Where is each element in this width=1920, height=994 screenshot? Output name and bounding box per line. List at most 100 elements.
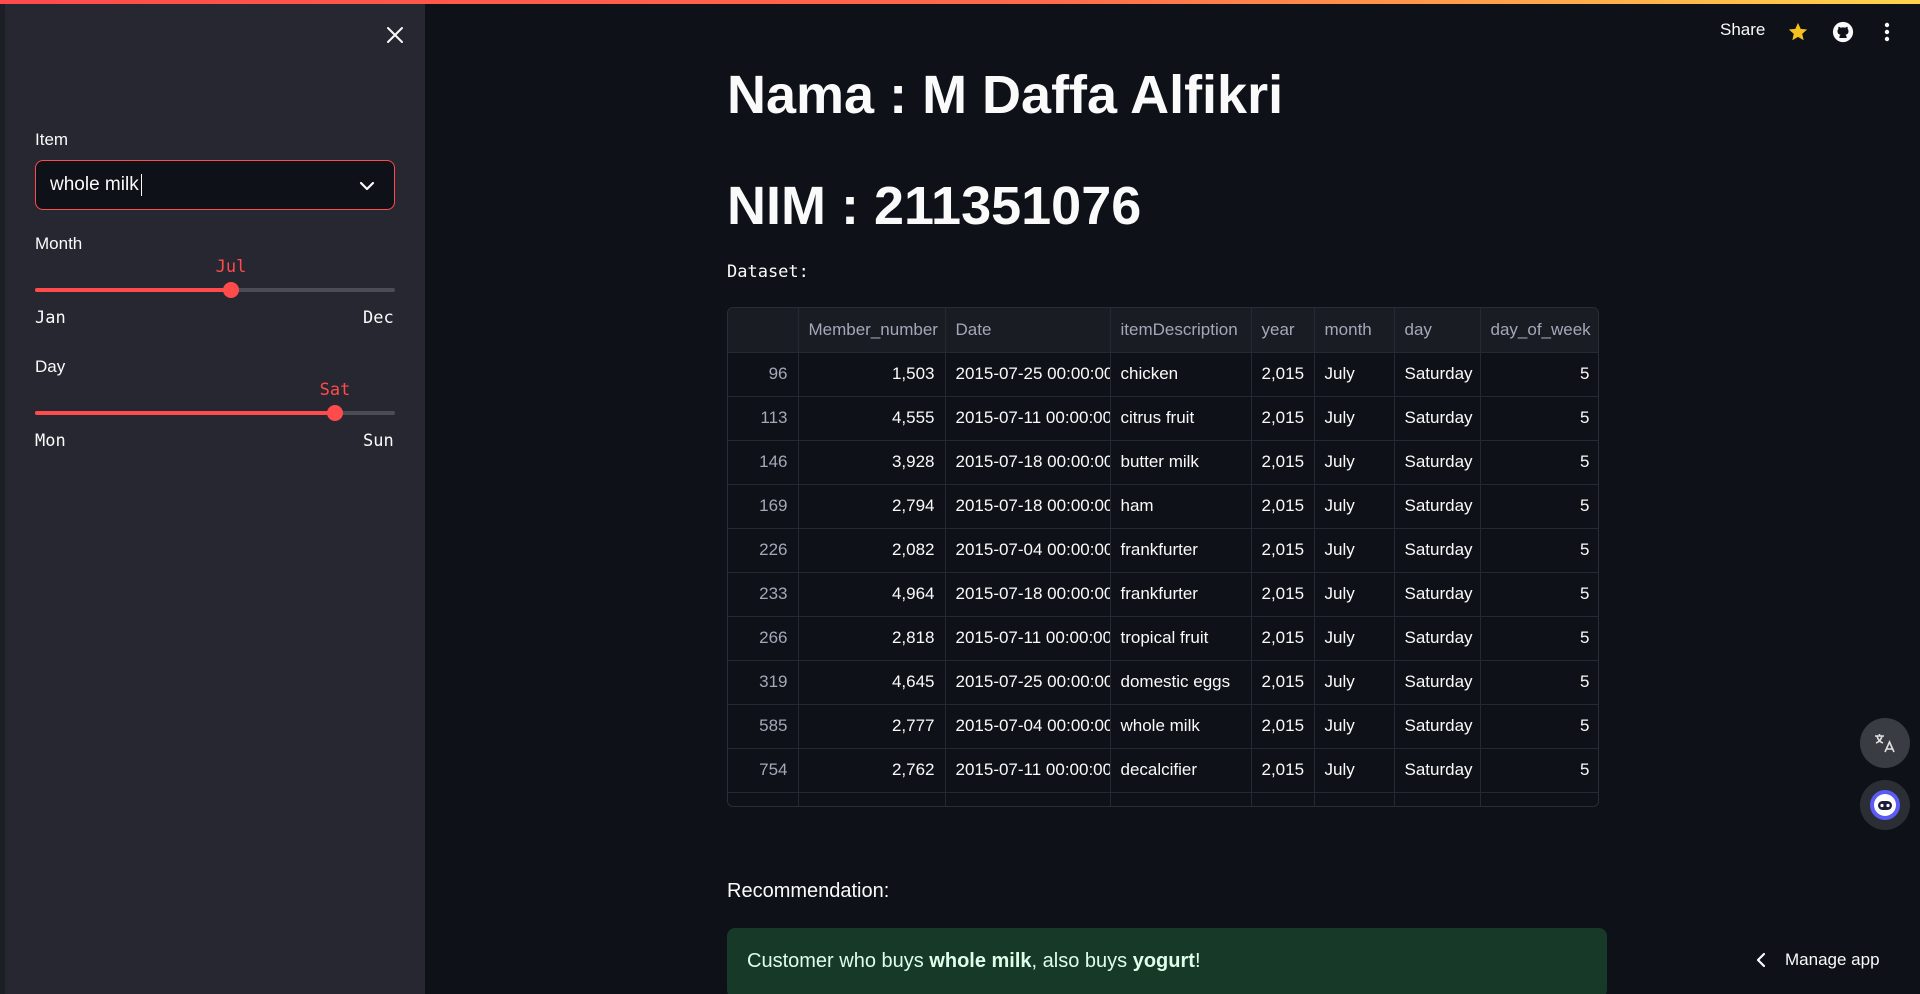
table-cell[interactable]: frankfurter: [1110, 572, 1252, 617]
table-cell[interactable]: 2015-07-11 00:00:00: [945, 616, 1111, 661]
table-cell[interactable]: Saturday: [1394, 440, 1481, 485]
dataframe-table[interactable]: Member_number Date itemDescription year …: [727, 307, 1599, 807]
table-cell[interactable]: tropical fruit: [1110, 616, 1252, 661]
table-cell[interactable]: citrus fruit: [1110, 396, 1252, 441]
table-cell[interactable]: 2,082: [798, 528, 946, 573]
row-index-cell[interactable]: 146: [728, 440, 799, 485]
column-header[interactable]: day_of_week: [1480, 308, 1598, 353]
table-cell[interactable]: Saturday: [1394, 748, 1481, 793]
table-row[interactable]: 266 2,818 2015-07-11 00:00:00 tropical frui…: [728, 616, 1598, 661]
table-cell[interactable]: Saturday: [1394, 396, 1481, 441]
column-header[interactable]: Date: [945, 308, 1111, 353]
table-row[interactable]: 585 2,777 2015-07-04 00:00:00 whole milk 2,0…: [728, 704, 1598, 749]
table-cell[interactable]: Saturday: [1394, 528, 1481, 573]
item-select[interactable]: whole milk: [35, 160, 395, 210]
share-button[interactable]: Share: [1720, 20, 1765, 40]
main-menu-button[interactable]: [1875, 20, 1899, 44]
table-cell[interactable]: 3,928: [798, 440, 946, 485]
translate-button[interactable]: [1860, 718, 1910, 768]
table-cell[interactable]: July: [1314, 572, 1395, 617]
table-cell[interactable]: 2015-07-04 00:00:00: [945, 704, 1111, 749]
row-index-cell[interactable]: 233: [728, 572, 799, 617]
manage-app-button[interactable]: Manage app: [1755, 950, 1880, 970]
table-cell[interactable]: 5: [1480, 748, 1598, 793]
column-header[interactable]: itemDescription: [1110, 308, 1252, 353]
table-cell[interactable]: 2015-07-11 00:00:00: [945, 396, 1111, 441]
assistant-button[interactable]: [1860, 780, 1910, 830]
column-header[interactable]: Member_number: [798, 308, 946, 353]
table-cell[interactable]: July: [1314, 396, 1395, 441]
table-row[interactable]: 96 1,503 2015-07-25 00:00:00 chicken 2,015 Ju…: [728, 352, 1598, 397]
table-cell[interactable]: frankfurter: [1110, 528, 1252, 573]
table-cell[interactable]: July: [1314, 748, 1395, 793]
table-cell[interactable]: chicken: [1110, 352, 1252, 397]
column-header[interactable]: day: [1394, 308, 1481, 353]
table-cell[interactable]: 2015-07-18 00:00:00: [945, 484, 1111, 529]
month-slider[interactable]: Jul: [35, 257, 395, 305]
table-cell[interactable]: Saturday: [1394, 616, 1481, 661]
row-index-cell[interactable]: 266: [728, 616, 799, 661]
row-index-cell[interactable]: 113: [728, 396, 799, 441]
column-header[interactable]: [728, 308, 799, 353]
table-row[interactable]: 754 2,762 2015-07-11 00:00:00 decalcifier 2,…: [728, 748, 1598, 793]
row-index-cell[interactable]: 585: [728, 704, 799, 749]
table-cell[interactable]: 5: [1480, 572, 1598, 617]
table-cell[interactable]: Saturday: [1394, 352, 1481, 397]
table-cell[interactable]: 5: [1480, 440, 1598, 485]
table-row[interactable]: 226 2,082 2015-07-04 00:00:00 frankfurter 2,…: [728, 528, 1598, 573]
row-index-cell[interactable]: 226: [728, 528, 799, 573]
table-cell[interactable]: 5: [1480, 660, 1598, 705]
table-cell[interactable]: July: [1314, 660, 1395, 705]
day-slider-thumb[interactable]: [327, 405, 343, 421]
column-header[interactable]: month: [1314, 308, 1395, 353]
table-cell[interactable]: 5: [1480, 484, 1598, 529]
column-header[interactable]: year: [1251, 308, 1315, 353]
table-cell[interactable]: 5: [1480, 616, 1598, 661]
table-cell[interactable]: 2,015: [1251, 484, 1315, 529]
table-cell[interactable]: 2,015: [1251, 396, 1315, 441]
table-cell[interactable]: whole milk: [1110, 704, 1252, 749]
month-slider-thumb[interactable]: [223, 282, 239, 298]
table-cell[interactable]: 4,645: [798, 660, 946, 705]
close-sidebar-button[interactable]: [380, 20, 410, 50]
table-cell[interactable]: 2015-07-25 00:00:00: [945, 660, 1111, 705]
table-cell[interactable]: Saturday: [1394, 704, 1481, 749]
table-cell[interactable]: 2,015: [1251, 352, 1315, 397]
table-cell[interactable]: 2,015: [1251, 440, 1315, 485]
table-cell[interactable]: 2015-07-04 00:00:00: [945, 528, 1111, 573]
table-cell[interactable]: 5: [1480, 396, 1598, 441]
table-row[interactable]: 146 3,928 2015-07-18 00:00:00 butter milk 2,…: [728, 440, 1598, 485]
table-cell[interactable]: domestic eggs: [1110, 660, 1252, 705]
table-cell[interactable]: 1,503: [798, 352, 946, 397]
table-row[interactable]: 113 4,555 2015-07-11 00:00:00 citrus fruit 2…: [728, 396, 1598, 441]
table-cell[interactable]: 2,794: [798, 484, 946, 529]
table-cell[interactable]: July: [1314, 616, 1395, 661]
table-cell[interactable]: 2,015: [1251, 660, 1315, 705]
table-cell[interactable]: 2,818: [798, 616, 946, 661]
table-row[interactable]: 319 4,645 2015-07-25 00:00:00 domestic eggs…: [728, 660, 1598, 705]
table-cell[interactable]: 2,762: [798, 748, 946, 793]
table-cell[interactable]: 2,015: [1251, 616, 1315, 661]
table-cell[interactable]: 4,964: [798, 572, 946, 617]
table-cell[interactable]: butter milk: [1110, 440, 1252, 485]
table-cell[interactable]: decalcifier: [1110, 748, 1252, 793]
table-row[interactable]: 169 2,794 2015-07-18 00:00:00 ham 2,015 July S…: [728, 484, 1598, 529]
row-index-cell[interactable]: 754: [728, 748, 799, 793]
table-cell[interactable]: 2,015: [1251, 704, 1315, 749]
table-row[interactable]: 233 4,964 2015-07-18 00:00:00 frankfurter 2,…: [728, 572, 1598, 617]
table-cell[interactable]: July: [1314, 704, 1395, 749]
day-slider[interactable]: Sat: [35, 380, 395, 428]
table-cell[interactable]: July: [1314, 352, 1395, 397]
github-button[interactable]: [1831, 20, 1855, 44]
table-cell[interactable]: 2,777: [798, 704, 946, 749]
table-cell[interactable]: 2015-07-25 00:00:00: [945, 352, 1111, 397]
table-cell[interactable]: ham: [1110, 484, 1252, 529]
row-index-cell[interactable]: 319: [728, 660, 799, 705]
table-cell[interactable]: 2015-07-18 00:00:00: [945, 572, 1111, 617]
table-cell[interactable]: 5: [1480, 704, 1598, 749]
table-cell[interactable]: 2015-07-18 00:00:00: [945, 440, 1111, 485]
table-cell[interactable]: 2,015: [1251, 528, 1315, 573]
table-cell[interactable]: 2015-07-11 00:00:00: [945, 748, 1111, 793]
table-cell[interactable]: Saturday: [1394, 660, 1481, 705]
table-cell[interactable]: July: [1314, 484, 1395, 529]
